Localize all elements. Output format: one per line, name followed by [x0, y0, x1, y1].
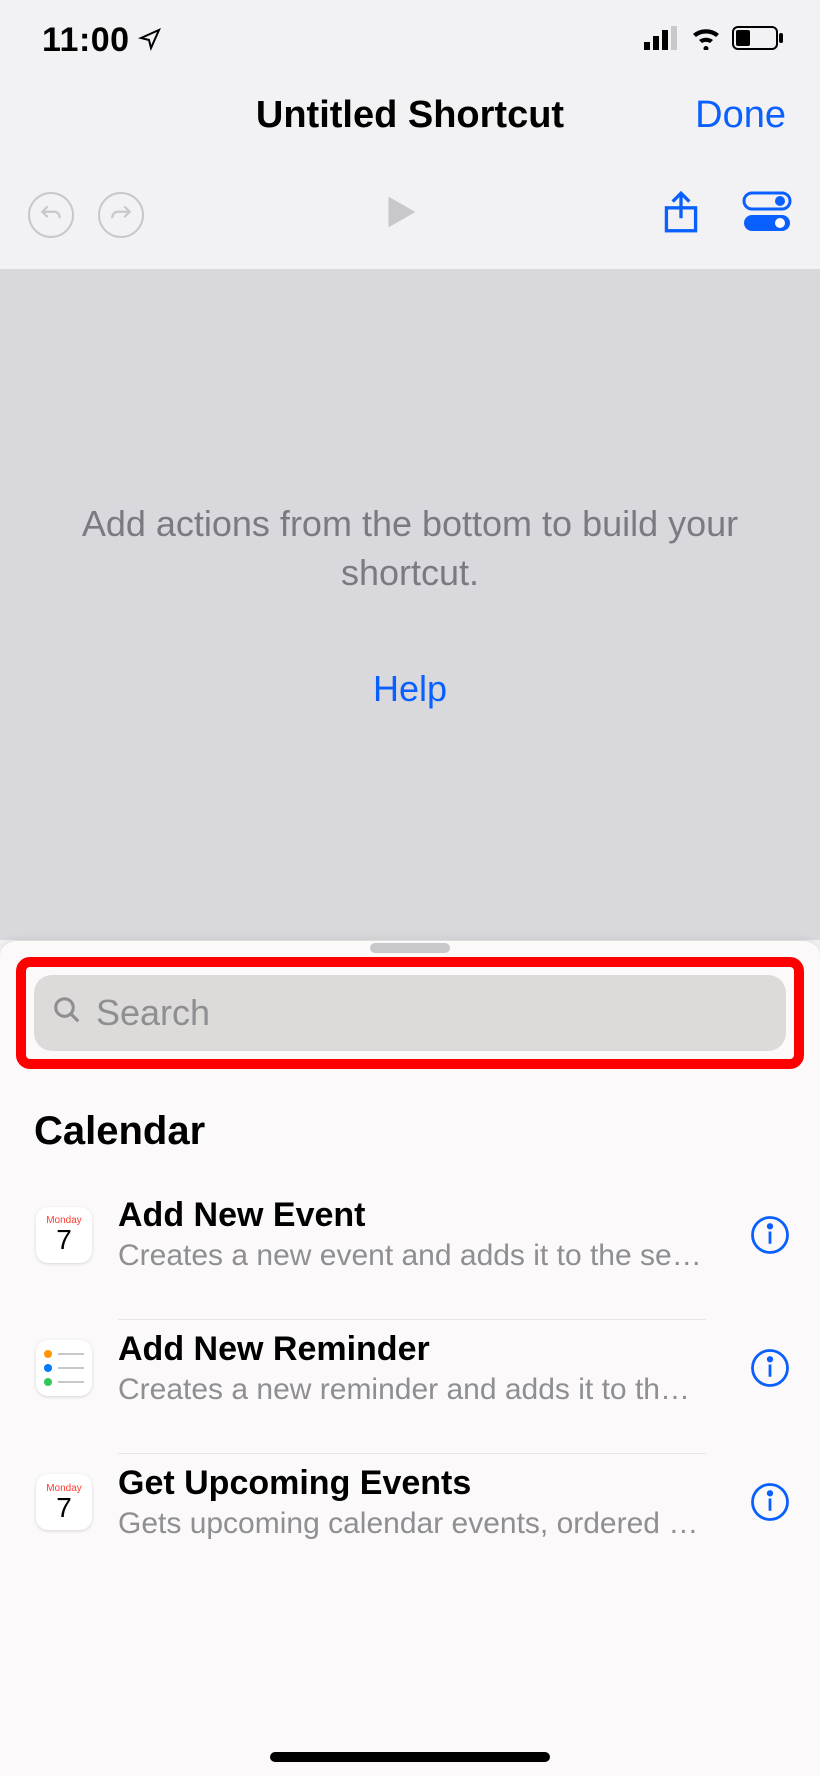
highlight-annotation: Search: [16, 957, 804, 1069]
action-add-new-reminder[interactable]: Add New Reminder Creates a new reminder …: [0, 1301, 820, 1435]
settings-toggle-button[interactable]: [742, 187, 792, 242]
share-button[interactable]: [656, 187, 706, 242]
wifi-icon: [690, 26, 722, 55]
action-get-upcoming-events[interactable]: Monday 7 Get Upcoming Events Gets upcomi…: [0, 1435, 820, 1569]
battery-icon: [732, 26, 784, 55]
status-bar: 11:00: [0, 0, 820, 70]
action-title: Add New Reminder: [118, 1330, 706, 1369]
reminders-app-icon: [34, 1338, 94, 1398]
action-title: Add New Event: [118, 1196, 706, 1235]
search-icon: [52, 992, 82, 1034]
search-placeholder: Search: [96, 992, 210, 1034]
action-add-new-event[interactable]: Monday 7 Add New Event Creates a new eve…: [0, 1168, 820, 1301]
location-icon: [138, 21, 162, 60]
action-title: Get Upcoming Events: [118, 1464, 706, 1503]
calendar-app-icon: Monday 7: [34, 1472, 94, 1532]
play-button[interactable]: [377, 189, 423, 240]
shortcut-canvas: Add actions from the bottom to build you…: [0, 270, 820, 940]
action-subtitle: Creates a new reminder and adds it to th…: [118, 1373, 706, 1407]
toolbar: [0, 160, 820, 270]
calendar-icon-day: 7: [56, 1226, 72, 1254]
action-subtitle: Creates a new event and adds it to the s…: [118, 1239, 706, 1273]
home-indicator[interactable]: [270, 1752, 550, 1762]
actions-sheet[interactable]: Search Calendar Monday 7 Add New Event C…: [0, 940, 820, 1776]
info-button[interactable]: [730, 1481, 810, 1523]
search-input[interactable]: Search: [34, 975, 786, 1051]
status-left: 11:00: [42, 21, 162, 60]
calendar-icon-day: 7: [56, 1494, 72, 1522]
calendar-app-icon: Monday 7: [34, 1205, 94, 1265]
action-subtitle: Gets upcoming calendar events, ordered f…: [118, 1507, 706, 1541]
sheet-grabber[interactable]: [370, 943, 450, 953]
done-button[interactable]: Done: [695, 94, 786, 137]
status-time: 11:00: [42, 21, 130, 60]
navbar: Untitled Shortcut Done: [0, 70, 820, 160]
info-button[interactable]: [730, 1214, 810, 1256]
info-button[interactable]: [730, 1347, 810, 1389]
cellular-icon: [644, 26, 680, 55]
section-header-calendar: Calendar: [0, 1081, 820, 1168]
canvas-hint: Add actions from the bottom to build you…: [60, 500, 760, 597]
undo-button[interactable]: [28, 192, 74, 238]
page-title: Untitled Shortcut: [256, 94, 564, 137]
help-link[interactable]: Help: [373, 668, 447, 710]
status-right: [644, 26, 784, 55]
redo-button[interactable]: [98, 192, 144, 238]
